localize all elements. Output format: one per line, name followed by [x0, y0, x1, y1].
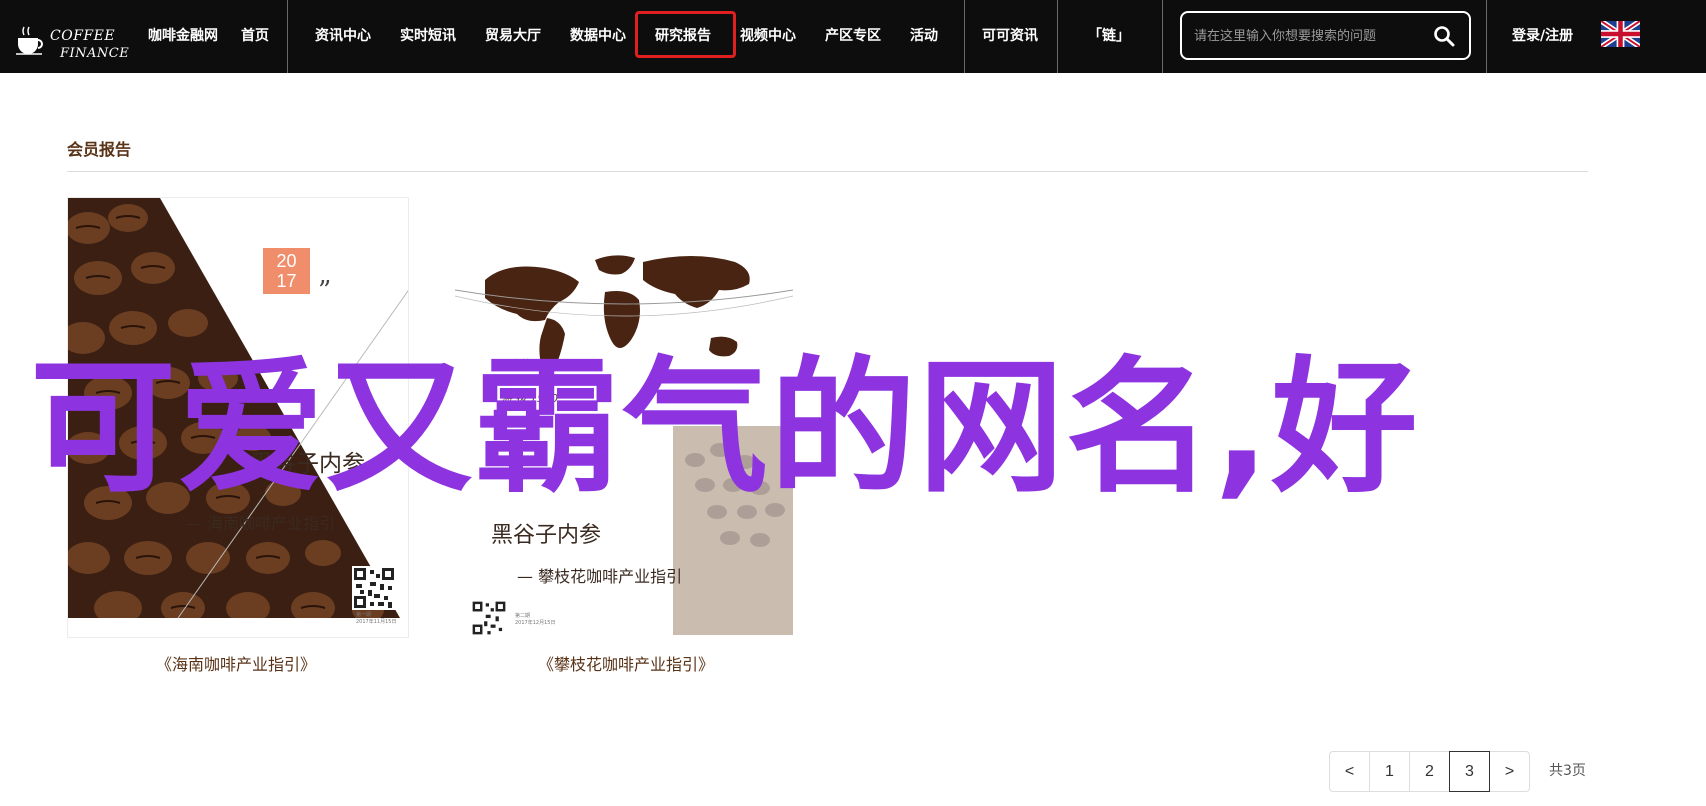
nav-item-data[interactable]: 数据中心	[567, 0, 629, 73]
nav-divider	[964, 0, 965, 73]
section-title: 会员报告	[67, 140, 132, 159]
qr-code-icon	[471, 600, 507, 635]
top-navigation-bar: COFFEE FINANCE 咖啡金融网 首页 资讯中心 实时短讯 贸易大厅 数…	[0, 0, 1706, 73]
search-icon[interactable]	[1433, 25, 1455, 47]
qr-caption-issue: 第一期	[356, 612, 372, 618]
pagination: < 1 2 3 >	[1329, 751, 1530, 792]
section-divider	[67, 171, 1588, 172]
poster-subtitle: — 攀枝花咖啡产业指引	[517, 567, 683, 586]
coffee-finance-logo[interactable]: COFFEE FINANCE	[12, 6, 130, 62]
nav-item-cocoa[interactable]: 可可资讯	[979, 0, 1041, 73]
logo-text-finance: FINANCE	[60, 46, 130, 61]
quote-mark: ”	[318, 276, 332, 306]
pagination-next-button[interactable]: >	[1489, 751, 1530, 792]
nav-divider	[1057, 0, 1058, 73]
nav-item-trade[interactable]: 贸易大厅	[482, 0, 544, 73]
pagination-total: 共3页	[1549, 763, 1586, 779]
report-title-link[interactable]: 《海南咖啡产业指引》	[156, 651, 316, 675]
nav-divider	[1486, 0, 1487, 73]
nav-item-flash[interactable]: 实时短讯	[397, 0, 459, 73]
nav-item-news[interactable]: 资讯中心	[312, 0, 374, 73]
nav-divider	[1162, 0, 1163, 73]
report-title-link[interactable]: 《攀枝花咖啡产业指引》	[538, 651, 714, 675]
pagination-page-2[interactable]: 2	[1409, 751, 1450, 792]
search-input[interactable]	[1194, 24, 1434, 48]
nav-item-coffee-finance[interactable]: 咖啡金融网	[145, 0, 221, 73]
nav-divider	[287, 0, 288, 73]
overlay-headline: 可爱又霸气的网名,好	[30, 343, 1420, 513]
qr-caption: 第一期 2017年11月15日	[356, 612, 396, 626]
pagination-prev-button[interactable]: <	[1329, 751, 1370, 792]
qr-caption-date: 2017年12月15日	[515, 620, 556, 626]
pagination-page-3-current[interactable]: 3	[1449, 751, 1490, 792]
nav-item-chain[interactable]: 「链」	[1085, 0, 1133, 73]
year-badge: 20 17	[263, 248, 310, 294]
year-badge-top: 20	[276, 251, 297, 271]
pagination-page-1[interactable]: 1	[1369, 751, 1410, 792]
qr-caption-issue: 第二期	[515, 613, 531, 619]
coffee-cup-icon	[16, 26, 43, 55]
research-nav-highlight	[635, 11, 736, 58]
logo-text-coffee: COFFEE	[50, 28, 116, 44]
qr-caption-date: 2017年11月15日	[356, 619, 397, 625]
nav-item-events[interactable]: 活动	[907, 0, 941, 73]
qr-caption: 第二期 2017年12月15日	[515, 613, 555, 627]
nav-item-video[interactable]: 视频中心	[737, 0, 799, 73]
qr-code-icon	[352, 566, 396, 610]
nav-item-home[interactable]: 首页	[238, 0, 272, 73]
login-register-link[interactable]: 登录/注册	[1512, 0, 1573, 73]
search-box	[1180, 11, 1471, 60]
uk-flag-icon[interactable]	[1601, 21, 1640, 47]
year-badge-bottom: 17	[276, 271, 297, 291]
nav-item-region[interactable]: 产区专区	[822, 0, 884, 73]
